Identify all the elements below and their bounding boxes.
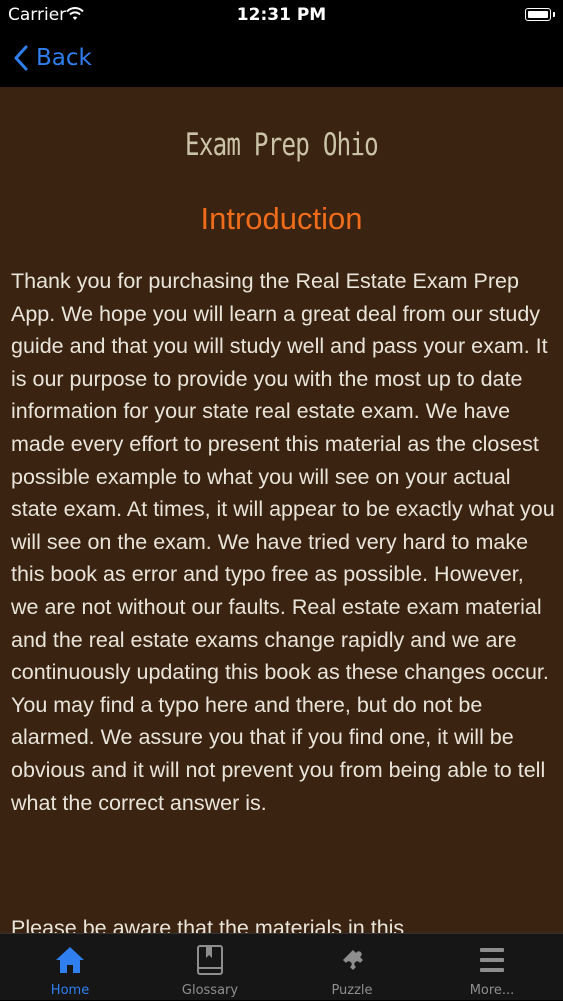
battery-icon (525, 8, 555, 21)
intro-paragraph: Please be aware that the materials in th… (11, 916, 405, 933)
home-icon (0, 944, 140, 976)
tab-puzzle[interactable]: Puzzle (282, 934, 422, 1001)
clock: 12:31 PM (236, 5, 327, 25)
tab-label: Home (50, 983, 90, 998)
content-area[interactable]: Exam Prep Ohio Introduction Thank you fo… (0, 87, 563, 933)
tab-label: Glossary (181, 983, 239, 998)
tab-label: More... (469, 983, 515, 998)
back-label: Back (36, 45, 92, 71)
tab-home[interactable]: Home (0, 934, 140, 1001)
app-title: Exam Prep Ohio (185, 127, 379, 163)
status-bar: Carrier 12:31 PM (0, 0, 563, 30)
back-button[interactable]: Back (14, 40, 92, 76)
puzzle-icon (282, 944, 422, 976)
tab-more[interactable]: More... (422, 934, 562, 1001)
intro-paragraph: Thank you for purchasing the Real Estate… (11, 269, 555, 815)
tab-glossary[interactable]: Glossary (140, 934, 280, 1001)
chevron-left-icon (14, 45, 28, 71)
tab-label: Puzzle (331, 983, 373, 998)
navigation-bar: Back (0, 30, 563, 87)
tab-bar: Home Glossary Puzzle More... (0, 933, 563, 1000)
book-icon (140, 944, 280, 976)
page-heading: Introduction (200, 201, 363, 236)
more-icon (422, 944, 562, 976)
